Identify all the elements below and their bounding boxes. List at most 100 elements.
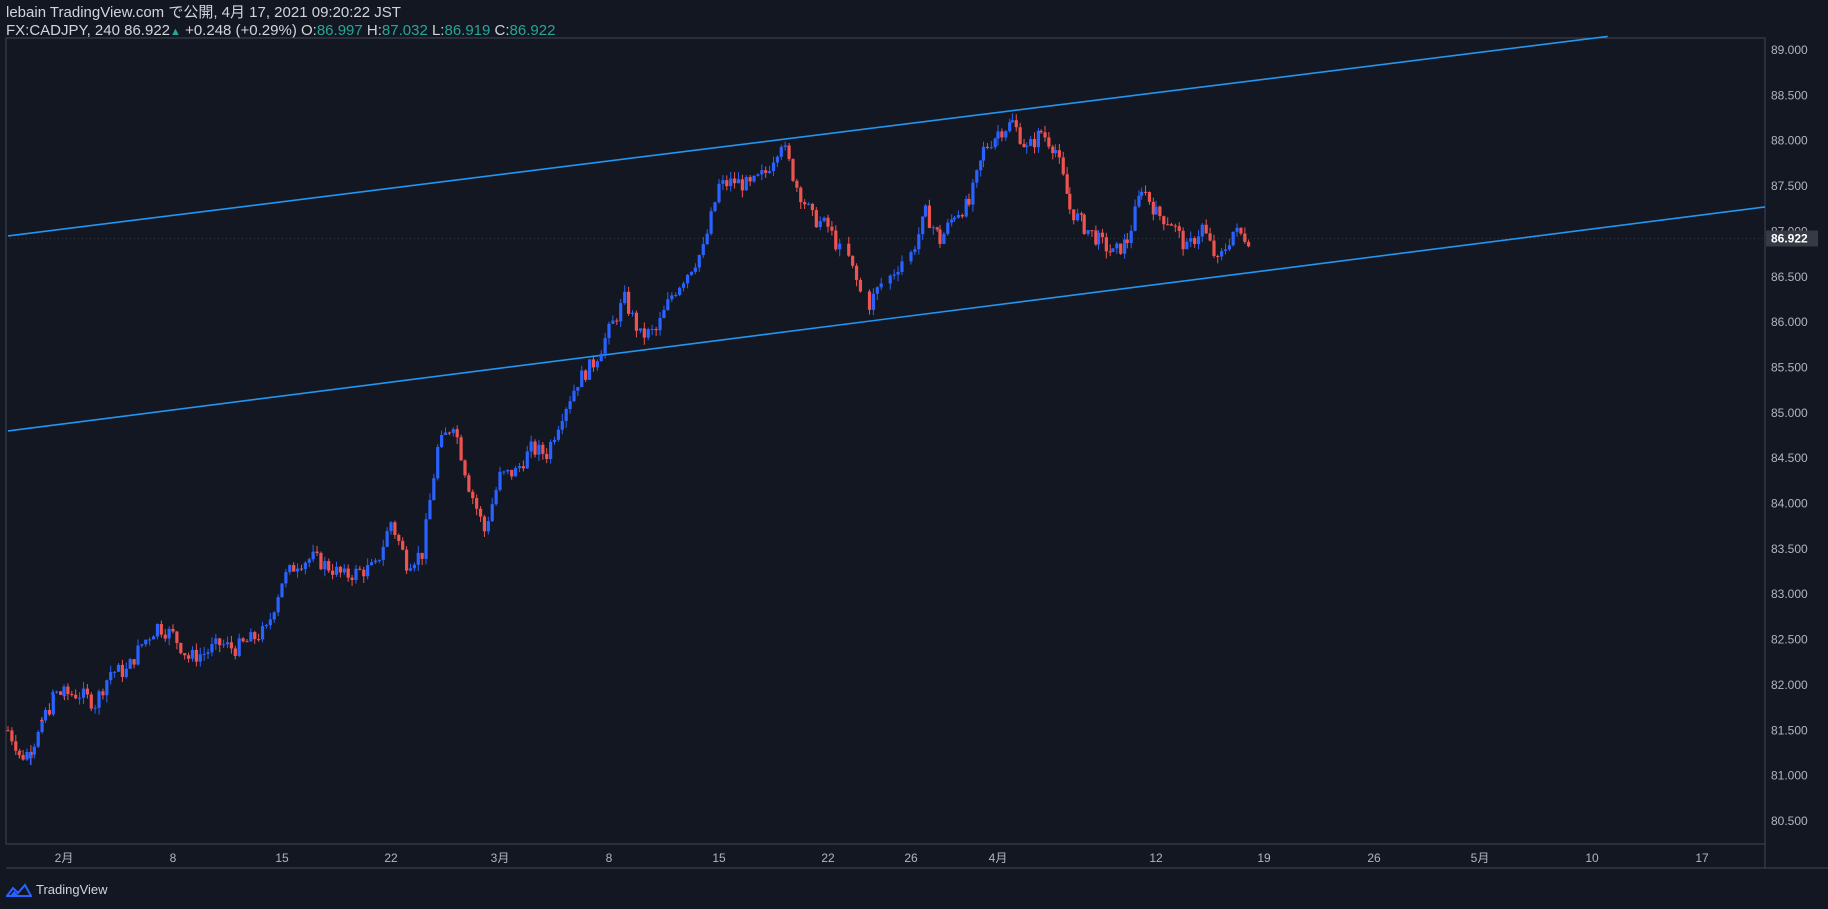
candle-body bbox=[51, 694, 55, 715]
candle-body bbox=[1025, 145, 1029, 147]
candle-body bbox=[89, 694, 93, 709]
candle-body bbox=[1147, 192, 1152, 202]
candle-body bbox=[74, 694, 78, 699]
candle-body bbox=[740, 179, 744, 191]
candle-body bbox=[975, 170, 979, 183]
candle-body bbox=[120, 664, 125, 677]
candle-body bbox=[276, 597, 280, 613]
candle-body bbox=[595, 361, 599, 368]
candle-body bbox=[533, 441, 537, 455]
candle-body bbox=[875, 287, 879, 294]
candle-body bbox=[572, 390, 576, 402]
candle-body bbox=[681, 283, 686, 288]
candle-body bbox=[62, 686, 66, 696]
time-tick-label: 5月 bbox=[1471, 851, 1490, 865]
candle-body bbox=[791, 159, 795, 181]
candle-body bbox=[725, 180, 729, 187]
candle-body bbox=[144, 639, 148, 645]
candle-body bbox=[822, 217, 826, 222]
price-tick-label: 84.000 bbox=[1771, 497, 1808, 511]
candle-body bbox=[436, 446, 440, 479]
candle-body bbox=[159, 623, 163, 635]
candle-body bbox=[858, 279, 863, 292]
candle-body bbox=[171, 628, 175, 632]
candle-body bbox=[952, 217, 957, 220]
candle-body bbox=[909, 252, 913, 262]
chart-pane[interactable] bbox=[5, 37, 1766, 845]
candle-body bbox=[1185, 241, 1189, 250]
candle-body bbox=[1014, 120, 1018, 128]
candle-body bbox=[971, 182, 975, 205]
candle-body bbox=[1086, 230, 1090, 234]
upper-channel-line[interactable] bbox=[7, 35, 1608, 237]
candle-body bbox=[950, 219, 954, 223]
candle-body bbox=[1096, 232, 1101, 245]
candle-body bbox=[136, 645, 140, 665]
candle-body bbox=[280, 583, 284, 598]
candle-body bbox=[506, 469, 510, 472]
candle-body bbox=[210, 643, 214, 653]
candle-body bbox=[202, 653, 206, 655]
candle-body bbox=[233, 648, 237, 656]
candle-body bbox=[713, 202, 717, 212]
candle-body bbox=[1057, 150, 1061, 158]
candle-body bbox=[40, 720, 44, 722]
candle-body bbox=[771, 162, 776, 172]
candle-body bbox=[787, 145, 791, 160]
candle-body bbox=[225, 642, 230, 645]
candle-body bbox=[105, 680, 109, 696]
tradingview-brand[interactable]: TradingView bbox=[36, 882, 108, 897]
candle-body bbox=[1158, 206, 1162, 217]
candle-body bbox=[756, 174, 760, 176]
lower-channel-line[interactable] bbox=[7, 206, 1766, 432]
candle-body bbox=[55, 691, 59, 693]
time-tick-label: 15 bbox=[712, 851, 726, 865]
candle-body bbox=[580, 370, 584, 388]
candle-body bbox=[1143, 191, 1148, 193]
candle-body bbox=[229, 642, 234, 649]
candle-body bbox=[642, 328, 646, 338]
candle-body bbox=[502, 471, 506, 473]
candle-body bbox=[1246, 241, 1251, 247]
candle-body bbox=[455, 429, 459, 438]
candle-body bbox=[40, 720, 44, 733]
candle-body bbox=[979, 160, 983, 171]
candle-body bbox=[377, 559, 381, 561]
candle-body bbox=[607, 323, 611, 339]
candle-body bbox=[393, 522, 397, 535]
candle-body bbox=[634, 312, 639, 331]
candle-body bbox=[1216, 255, 1220, 257]
candle-body bbox=[467, 475, 471, 492]
candle-body bbox=[303, 562, 307, 570]
time-tick-label: 10 bbox=[1585, 851, 1599, 865]
candle-body bbox=[556, 429, 561, 440]
candle-body bbox=[736, 179, 741, 184]
candle-body bbox=[646, 329, 650, 338]
candle-body bbox=[1200, 224, 1204, 237]
candle-body bbox=[654, 328, 658, 331]
candle-body bbox=[14, 741, 18, 751]
candle-body bbox=[783, 145, 787, 147]
candle-body bbox=[451, 429, 455, 433]
candle-body bbox=[619, 303, 623, 322]
candle-body bbox=[851, 255, 855, 266]
candle-body bbox=[854, 265, 859, 280]
time-tick-label: 8 bbox=[606, 851, 613, 865]
candle-body bbox=[1032, 139, 1037, 148]
candle-body bbox=[155, 623, 160, 637]
candle-body bbox=[921, 216, 925, 235]
candle-body bbox=[354, 568, 358, 580]
price-chart[interactable]: 89.00088.50088.00087.50087.00086.50086.0… bbox=[0, 0, 1828, 909]
candle-body bbox=[705, 233, 709, 244]
candle-body bbox=[529, 441, 533, 452]
price-tick-label: 87.500 bbox=[1771, 179, 1808, 193]
candle-body bbox=[245, 641, 249, 643]
candle-body bbox=[584, 370, 588, 380]
candle-body bbox=[1018, 127, 1022, 144]
candle-body bbox=[113, 671, 117, 673]
price-tick-label: 86.500 bbox=[1771, 270, 1808, 284]
candle-body bbox=[517, 466, 522, 469]
candle-body bbox=[109, 672, 113, 681]
candle-body bbox=[1173, 225, 1177, 227]
candle-body bbox=[443, 432, 448, 435]
